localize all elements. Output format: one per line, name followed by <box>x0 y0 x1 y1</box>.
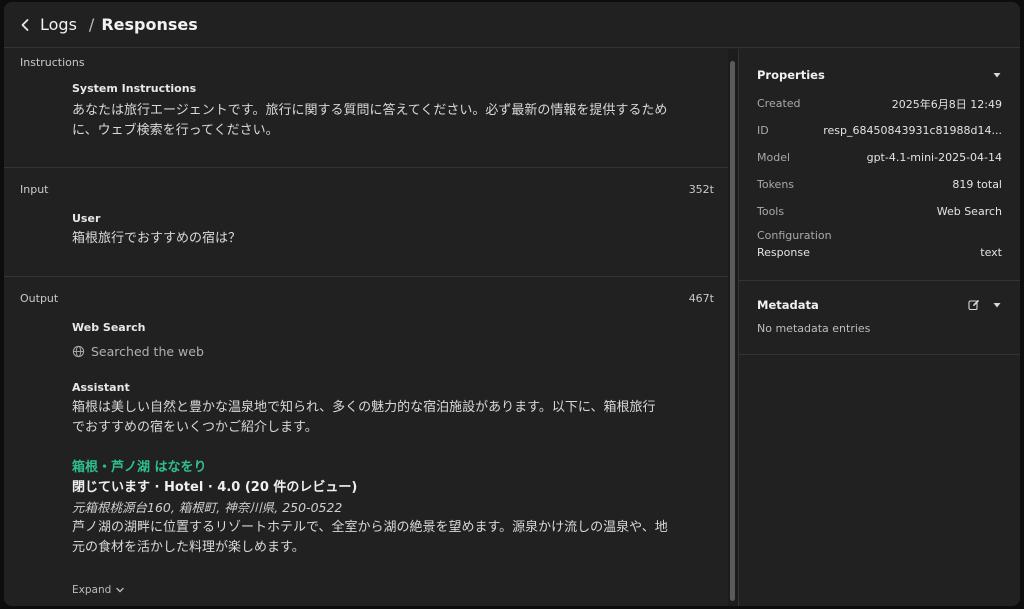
id-label: ID <box>757 124 769 137</box>
breadcrumb-separator: / <box>88 15 95 34</box>
hotel-address: 元箱根桃源台160, 箱根町, 神奈川県, 250-0522 <box>72 500 343 515</box>
main-scrollbar[interactable] <box>728 49 738 606</box>
model-value: gpt-4.1-mini-2025-04-14 <box>866 151 1002 164</box>
model-row: Model gpt-4.1-mini-2025-04-14 <box>757 144 1002 171</box>
output-token-count: 467t <box>688 291 714 305</box>
output-header: Output <box>20 291 59 305</box>
hotel-description: 芦ノ湖の湖畔に位置するリゾートホテルで、全室から湖の絶景を望めます。源泉かけ流し… <box>72 520 668 555</box>
metadata-empty-text: No metadata entries <box>757 322 871 335</box>
hotel-meta: 閉じています · Hotel · 4.0 (20 件のレビュー) <box>72 480 358 495</box>
page-title: Responses <box>101 15 198 34</box>
input-header: Input <box>20 182 49 196</box>
tokens-row: Tokens 819 total <box>757 171 1002 198</box>
user-role-label: User <box>72 212 101 225</box>
log-detail-main[interactable]: Instructions System Instructions あなたは旅行エ… <box>4 49 728 606</box>
tools-row: Tools Web Search <box>757 198 1002 225</box>
created-value: 2025年6月8日 12:49 <box>891 97 1002 111</box>
response-row: Response text <box>757 242 1002 262</box>
id-row: ID resp_68450843931c81988d14... <box>757 117 1002 144</box>
assistant-label: Assistant <box>72 381 130 394</box>
web-search-label: Web Search <box>72 321 146 334</box>
created-row: Created 2025年6月8日 12:49 <box>757 90 1002 117</box>
tokens-value: 819 total <box>952 178 1002 191</box>
instructions-section: Instructions System Instructions あなたは旅行エ… <box>4 49 728 168</box>
assistant-intro-text: 箱根は美しい自然と豊かな温泉地で知られ、多くの魅力的な宿泊施設があります。以下に… <box>72 400 656 435</box>
properties-title: Properties <box>757 68 825 82</box>
input-token-count: 352t <box>688 182 714 196</box>
chevron-down-icon <box>116 587 124 593</box>
tools-label: Tools <box>757 205 785 218</box>
output-section: Output 467t Web Search Searched the web … <box>4 277 728 597</box>
details-sidebar: Properties Created 2025年6月8日 12:49 ID re… <box>739 49 1020 606</box>
web-search-result[interactable]: Searched the web <box>72 344 668 359</box>
system-instructions-label: System Instructions <box>72 82 197 95</box>
expand-button[interactable]: Expand <box>72 584 125 596</box>
properties-caret-icon[interactable] <box>992 71 1002 79</box>
properties-panel: Properties Created 2025年6月8日 12:49 ID re… <box>739 49 1020 281</box>
created-label: Created <box>757 97 801 110</box>
metadata-panel: Metadata No metadata entries <box>739 281 1020 355</box>
app-window: Logs / Responses Instructions System Ins… <box>4 2 1020 606</box>
tools-value: Web Search <box>936 205 1002 218</box>
breadcrumb-logs-link[interactable]: Logs <box>40 15 77 34</box>
scrollbar-thumb[interactable] <box>730 61 735 601</box>
expand-label: Expand <box>72 584 112 596</box>
back-chevron-icon[interactable] <box>20 18 34 32</box>
metadata-title: Metadata <box>757 298 819 312</box>
top-bar: Logs / Responses <box>4 2 1020 48</box>
edit-icon[interactable] <box>968 299 980 311</box>
input-section: Input 352t User 箱根旅行でおすすめの宿は？ <box>4 168 728 277</box>
configuration-label: Configuration <box>757 229 832 242</box>
metadata-caret-icon[interactable] <box>992 301 1002 309</box>
user-message-text: 箱根旅行でおすすめの宿は？ <box>72 231 242 246</box>
response-label: Response <box>757 245 810 259</box>
web-search-status: Searched the web <box>91 344 204 359</box>
model-label: Model <box>757 151 791 164</box>
system-instructions-text: あなたは旅行エージェントです。旅行に関する質問に答えてください。必ず最新の情報を… <box>72 103 668 138</box>
instructions-header: Instructions <box>20 55 85 69</box>
tokens-label: Tokens <box>757 178 795 191</box>
globe-icon <box>72 345 85 358</box>
response-value: text <box>980 245 1002 259</box>
hotel-name-link[interactable]: 箱根・芦ノ湖 はなをり <box>72 458 668 478</box>
id-value[interactable]: resp_68450843931c81988d14... <box>823 124 1002 137</box>
